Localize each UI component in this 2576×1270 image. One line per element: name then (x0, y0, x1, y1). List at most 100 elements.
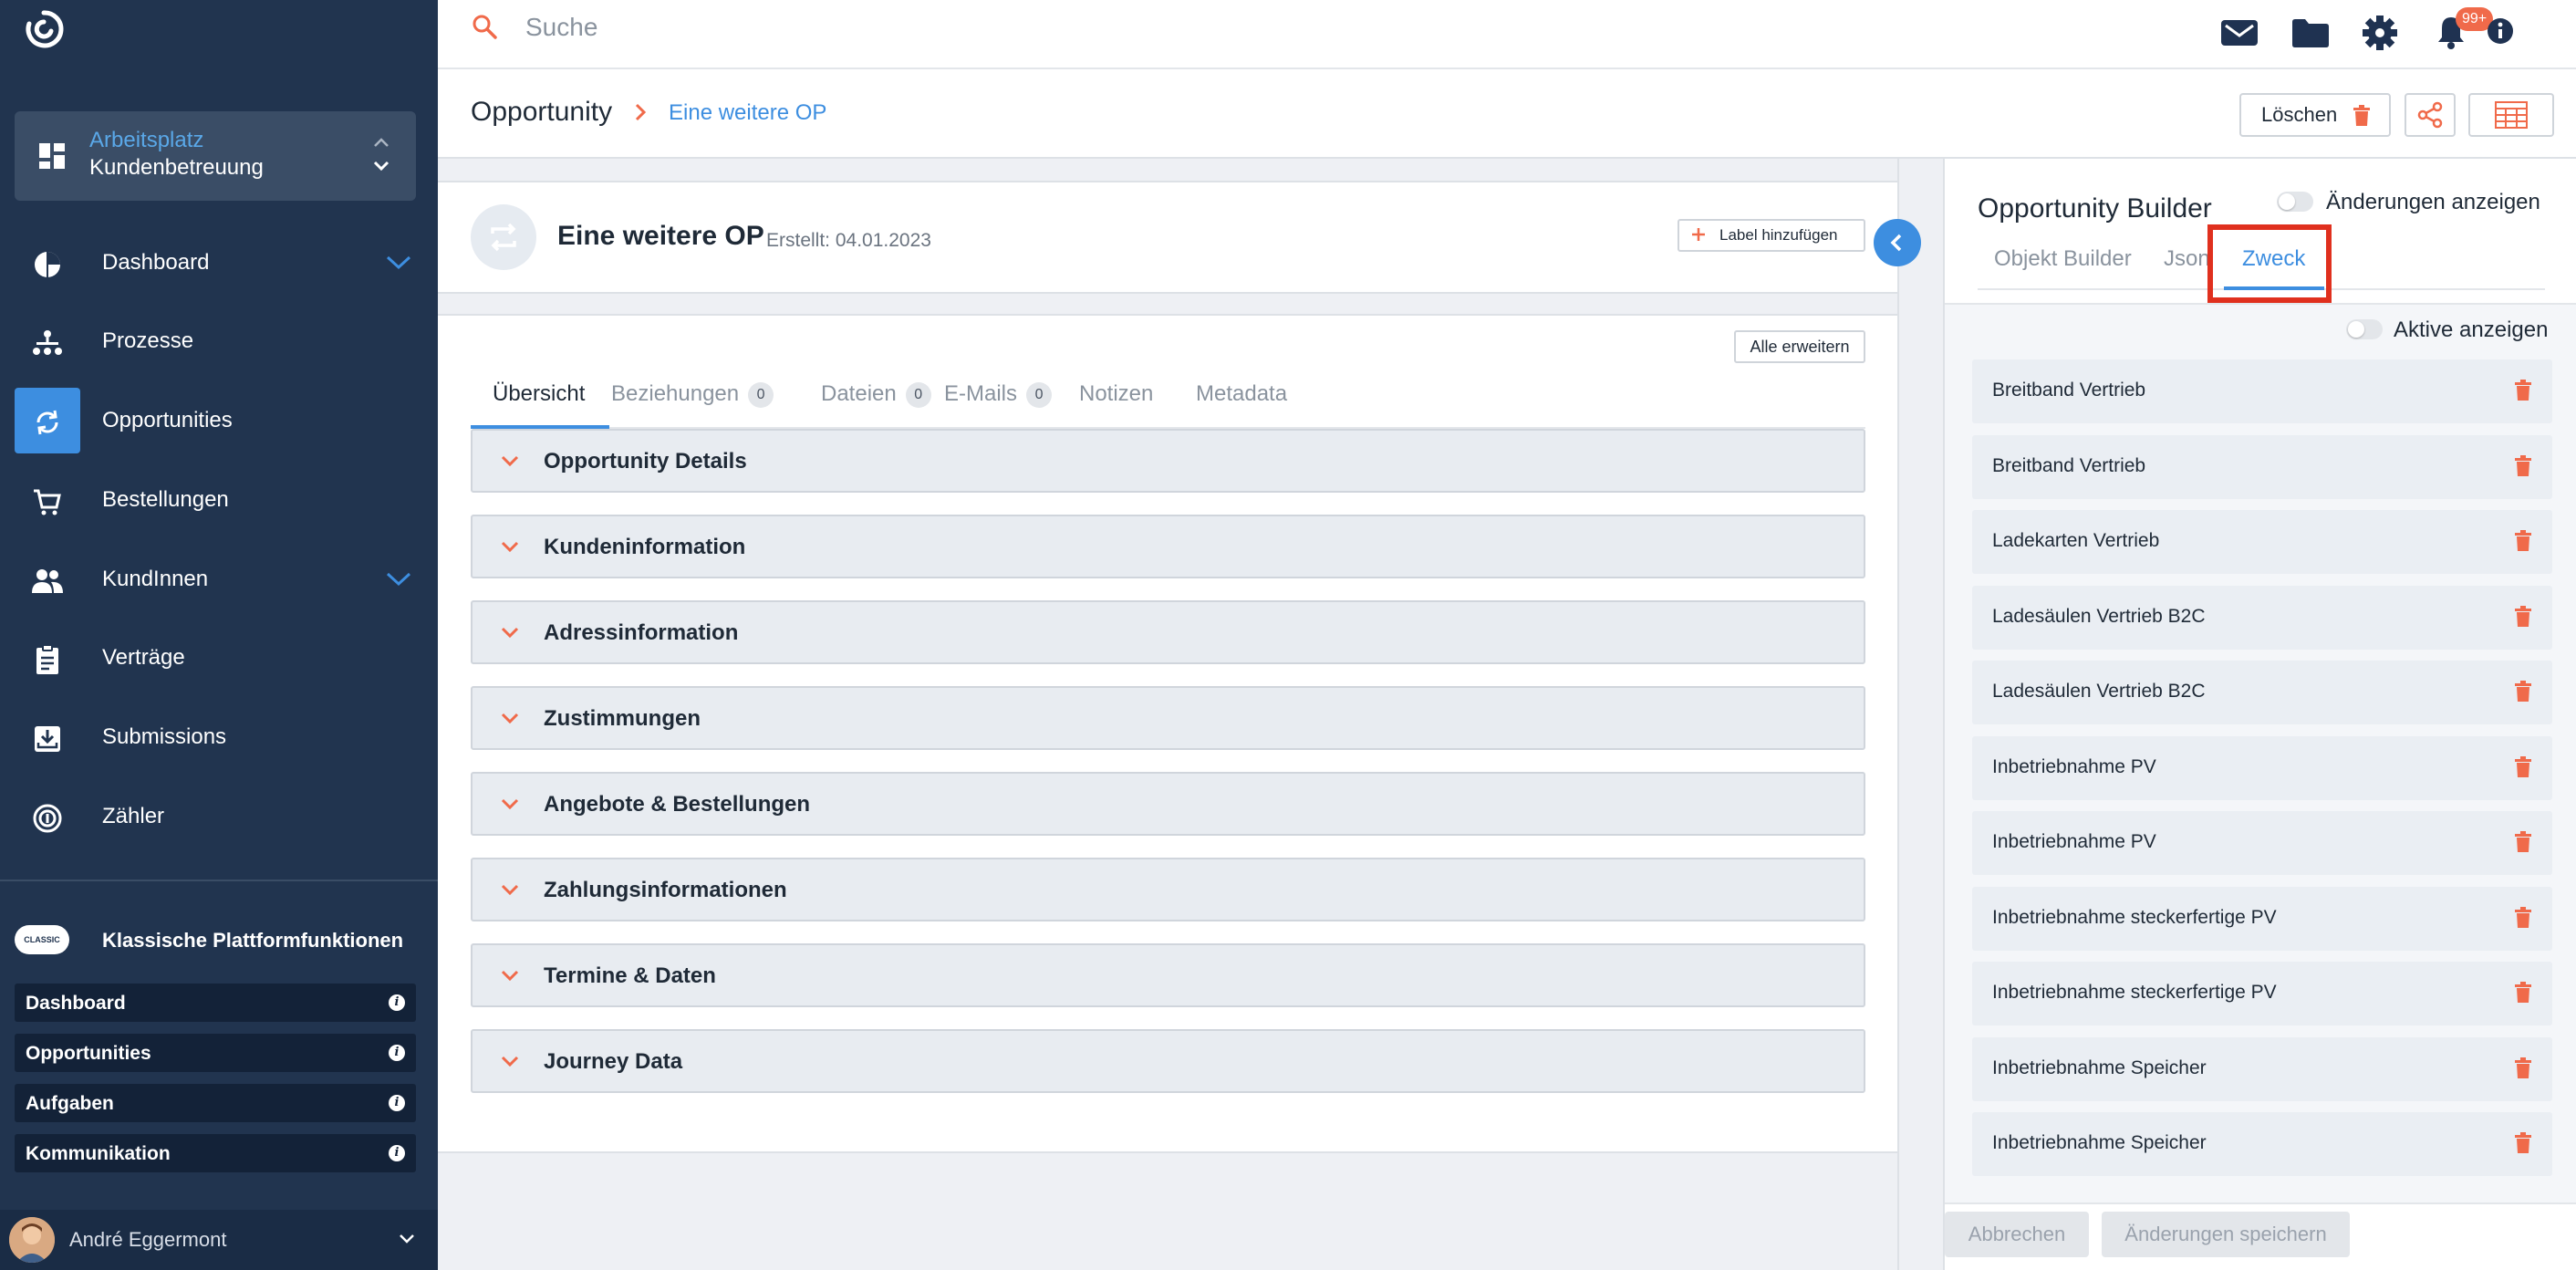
cart-icon (34, 489, 61, 515)
info-icon[interactable]: i (389, 1095, 405, 1111)
list-item[interactable]: Inbetriebnahme PV (1972, 811, 2552, 875)
accordion-section[interactable]: Angebote & Bestellungen (471, 772, 1865, 836)
gear-icon[interactable] (2361, 15, 2399, 51)
breadcrumb-current[interactable]: Eine weitere OP (669, 100, 826, 126)
chevron-right-icon (635, 103, 647, 121)
folder-icon[interactable] (2291, 15, 2330, 51)
sidebar: Arbeitsplatz Kundenbetreuung Dashboard Pr… (0, 0, 438, 1270)
purpose-list: Aktive anzeigen Breitband Vertrieb Breitb… (1945, 305, 2576, 1217)
classic-item-kommunikation[interactable]: Kommunikation i (15, 1134, 416, 1172)
tab-notizen[interactable]: Notizen (1079, 381, 1153, 407)
delete-button[interactable]: Löschen (2239, 93, 2391, 137)
user-menu[interactable]: André Eggermont (0, 1210, 438, 1270)
app-logo-icon[interactable] (22, 7, 66, 51)
chevron-down-icon[interactable] (385, 570, 412, 588)
list-item[interactable]: Inbetriebnahme Speicher (1972, 1112, 2552, 1176)
tab-bar: Übersicht Beziehungen 0 Dateien 0 E-Mails 0… (471, 359, 1865, 429)
tab-label: E-Mails (944, 381, 1018, 406)
trash-icon[interactable] (2514, 1132, 2532, 1154)
sidebar-item-opportunities[interactable]: Opportunities (0, 388, 438, 453)
tab-metadata[interactable]: Metadata (1196, 381, 1287, 407)
inbox-download-icon (35, 726, 60, 752)
info-icon[interactable]: i (389, 1145, 405, 1161)
classic-item-opportunities[interactable]: Opportunities i (15, 1034, 416, 1072)
tab-uebersicht[interactable]: Übersicht (493, 381, 585, 407)
trash-icon[interactable] (2514, 605, 2532, 628)
list-item[interactable]: Breitband Vertrieb (1972, 359, 2552, 423)
sidebar-item-prozesse[interactable]: Prozesse (0, 308, 438, 374)
accordion-label: Zahlungsinformationen (544, 878, 787, 902)
list-item[interactable]: Inbetriebnahme Speicher (1972, 1036, 2552, 1101)
trash-icon[interactable] (2514, 681, 2532, 703)
share-icon (2417, 101, 2443, 129)
sidebar-item-zähler[interactable]: Zähler (0, 784, 438, 849)
list-item-label: Inbetriebnahme Speicher (1992, 1132, 2207, 1153)
share-button[interactable] (2405, 93, 2456, 137)
list-item-label: Inbetriebnahme steckerfertige PV (1992, 982, 2277, 1003)
list-item[interactable]: Inbetriebnahme steckerfertige PV (1972, 962, 2552, 1025)
classic-item-dashboard[interactable]: Dashboard i (15, 984, 416, 1022)
accordion-section[interactable]: Zustimmungen (471, 686, 1865, 750)
info-icon[interactable]: i (389, 1045, 405, 1061)
trash-icon[interactable] (2514, 454, 2532, 477)
collapse-panel-button[interactable] (1874, 219, 1921, 266)
trash-icon[interactable] (2514, 755, 2532, 778)
expand-all-button[interactable]: Alle erweitern (1734, 330, 1865, 363)
list-item[interactable]: Ladesäulen Vertrieb B2C (1972, 585, 2552, 650)
breadcrumb-root[interactable]: Opportunity (471, 97, 612, 128)
show-changes-toggle[interactable] (2277, 192, 2313, 212)
tab-beziehungen[interactable]: Beziehungen 0 (611, 381, 774, 408)
add-label-button[interactable]: Label hinzufügen (1678, 219, 1865, 252)
show-active-toggle[interactable] (2346, 319, 2383, 339)
info-icon[interactable]: i (389, 994, 405, 1011)
sidebar-item-submissions[interactable]: Submissions (0, 704, 438, 770)
tab-label: Notizen (1079, 381, 1154, 406)
trash-icon[interactable] (2514, 1057, 2532, 1079)
clipboard-icon (36, 644, 58, 674)
list-item[interactable]: Inbetriebnahme PV (1972, 735, 2552, 800)
search-input[interactable] (525, 9, 1073, 46)
sidebar-item-bestellungen[interactable]: Bestellungen (0, 467, 438, 533)
accordion-section[interactable]: Termine & Daten (471, 943, 1865, 1007)
accordion-section[interactable]: Zahlungsinformationen (471, 858, 1865, 921)
cancel-button[interactable]: Abbrechen (1945, 1212, 2089, 1257)
accordion-section[interactable]: Adressinformation (471, 600, 1865, 664)
meter-icon (33, 804, 62, 833)
list-item[interactable]: Inbetriebnahme steckerfertige PV (1972, 886, 2552, 951)
top-bar: 99+ (438, 0, 2576, 69)
sidebar-item-kundinnen[interactable]: KundInnen (0, 547, 438, 612)
accordion-section[interactable]: Journey Data (471, 1029, 1865, 1093)
trash-icon[interactable] (2514, 906, 2532, 929)
sidebar-item-label: Prozesse (102, 328, 194, 353)
classic-item-label: Dashboard (26, 993, 126, 1014)
user-name: André Eggermont (69, 1228, 227, 1251)
info-icon[interactable] (2485, 15, 2516, 51)
tab-emails[interactable]: E-Mails 0 (944, 381, 1053, 408)
builder-title: Opportunity Builder (1978, 193, 2212, 224)
layout-button[interactable] (2468, 93, 2554, 137)
trash-icon[interactable] (2514, 380, 2532, 401)
sidebar-item-label: Submissions (102, 724, 227, 749)
list-item[interactable]: Ladesäulen Vertrieb B2C (1972, 661, 2552, 724)
save-changes-button[interactable]: Änderungen speichern (2102, 1212, 2350, 1257)
delete-button-label: Löschen (2261, 103, 2338, 126)
mail-icon[interactable] (2220, 15, 2259, 51)
accordion-section[interactable]: Kundeninformation (471, 515, 1865, 578)
sidebar-item-verträge[interactable]: Verträge (0, 625, 438, 691)
chevron-down-icon[interactable] (398, 1232, 416, 1246)
trash-icon[interactable] (2514, 530, 2532, 552)
opportunity-avatar (471, 204, 536, 270)
trash-icon[interactable] (2514, 831, 2532, 853)
list-item[interactable]: Breitband Vertrieb (1972, 434, 2552, 499)
classic-item-aufgaben[interactable]: Aufgaben i (15, 1084, 416, 1122)
sidebar-item-dashboard[interactable]: Dashboard (0, 230, 438, 296)
trash-icon[interactable] (2514, 982, 2532, 1004)
accordion-section[interactable]: Opportunity Details (471, 429, 1865, 493)
sidebar-item-label: Opportunities (102, 408, 233, 432)
chevron-down-icon[interactable] (385, 254, 412, 272)
tab-objekt-builder[interactable]: Objekt Builder (1994, 246, 2132, 272)
list-item[interactable]: Ladekarten Vertrieb (1972, 510, 2552, 574)
tab-dateien[interactable]: Dateien 0 (821, 381, 931, 408)
tab-json[interactable]: Json (2164, 246, 2210, 272)
workspace-switcher[interactable]: Arbeitsplatz Kundenbetreuung (15, 111, 416, 201)
